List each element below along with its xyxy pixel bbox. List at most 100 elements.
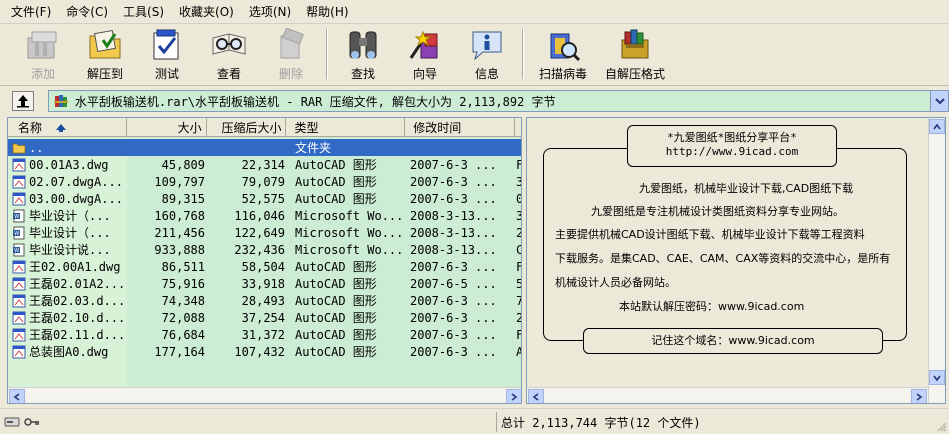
table-row[interactable]: W 毕业设计（... 160,768 116,046 Microsoft Wo... 20…: [8, 207, 521, 224]
scroll-left-button[interactable]: [528, 389, 544, 403]
word-document-icon: W: [13, 209, 25, 222]
up-folder-button[interactable]: [12, 91, 34, 111]
table-row[interactable]: 03.00.dwgA... 89,315 52,575 AutoCAD 图形 2007-…: [8, 190, 521, 207]
table-row[interactable]: 王磊02.01A2... 75,916 33,918 AutoCAD 图形 2007-6…: [8, 275, 521, 292]
cell-type: AutoCAD 图形: [295, 345, 377, 359]
file-list[interactable]: 名称 大小 压缩后大小 类型 修改时间 .. 文件夹 00.01A3.dwg 45,8…: [7, 117, 522, 404]
delete-icon: [271, 27, 311, 63]
wizard-button[interactable]: 向导: [394, 27, 456, 83]
cell-name: 王磊02.01A2...: [8, 275, 127, 292]
add-button[interactable]: 添加: [12, 27, 74, 83]
scroll-up-button[interactable]: [929, 119, 945, 134]
dwg-file-icon: [12, 277, 26, 290]
table-row-parent-folder[interactable]: .. 文件夹: [8, 139, 521, 156]
cell-size: 45,809: [161, 157, 205, 172]
vertical-scroll-track[interactable]: [930, 135, 945, 387]
cell-size: 72,088: [161, 310, 205, 325]
table-row[interactable]: 00.01A3.dwg 45,809 22,314 AutoCAD 图形 2007-6-…: [8, 156, 521, 173]
archive-comment-pane[interactable]: *九爱图纸*图纸分享平台* http://www.9icad.com 九爱图纸，…: [526, 117, 946, 404]
column-header-crc[interactable]: [515, 118, 521, 137]
cell-size: 76,684: [161, 327, 205, 342]
vertical-scrollbar[interactable]: [928, 118, 945, 403]
status-bar: 总计 2,113,744 字节(12 个文件): [0, 408, 949, 434]
cell-mtime: 2007-6-3 ...: [410, 157, 497, 172]
menu-options[interactable]: 选项(N): [242, 1, 299, 22]
cell-type: AutoCAD 图形: [295, 277, 377, 291]
sfx-button[interactable]: 自解压格式: [598, 27, 672, 83]
dwg-file-icon: [12, 345, 26, 358]
column-header-type[interactable]: 类型: [286, 118, 406, 137]
delete-button[interactable]: 删除: [260, 27, 322, 83]
drive-icon: [4, 417, 20, 427]
table-row[interactable]: 王磊02.03.d... 74,348 28,493 AutoCAD 图形 2007-6…: [8, 292, 521, 309]
column-header-name[interactable]: 名称: [8, 118, 127, 137]
cell-name: 王磊02.11.d...: [8, 326, 127, 343]
menu-bar: 文件(F) 命令(C) 工具(S) 收藏夹(O) 选项(N) 帮助(H): [0, 0, 949, 24]
view-button[interactable]: 查看: [198, 27, 260, 83]
cell-mtime: 2008-3-13...: [410, 225, 497, 240]
word-document-icon: W: [13, 226, 25, 239]
column-header-mtime[interactable]: 修改时间: [405, 118, 515, 137]
scroll-down-button[interactable]: [929, 370, 945, 385]
cell-name: 03.00.dwgA...: [8, 190, 127, 207]
cell-crc: 2: [516, 224, 521, 241]
cell-name: 王磊02.10.d...: [8, 309, 127, 326]
table-row[interactable]: 王磊02.11.d... 76,684 31,372 AutoCAD 图形 2007-6…: [8, 326, 521, 343]
cell-mtime: 2007-6-3 ...: [410, 191, 497, 206]
table-row[interactable]: 02.07.dwgA... 109,797 79,079 AutoCAD 图形 2007…: [8, 173, 521, 190]
menu-tools[interactable]: 工具(S): [116, 1, 172, 22]
table-row[interactable]: 王磊02.10.d... 72,088 37,254 AutoCAD 图形 2007-6…: [8, 309, 521, 326]
cell-name: ..: [8, 139, 127, 156]
table-row[interactable]: 王02.00A1.dwg 86,511 58,504 AutoCAD 图形 2007-6…: [8, 258, 521, 275]
path-combobox[interactable]: 水平刮板输送机.rar\水平刮板输送机 - RAR 压缩文件, 解包大小为 2,…: [47, 90, 949, 112]
cell-crc: A: [516, 343, 521, 360]
cell-mtime: 2007-6-3 ...: [410, 344, 497, 359]
menu-commands[interactable]: 命令(C): [59, 1, 116, 22]
cell-packed: 37,254: [241, 310, 285, 325]
info-button[interactable]: 信息: [456, 27, 518, 83]
column-header-size[interactable]: 大小: [127, 118, 207, 137]
cell-size: 89,315: [161, 191, 205, 206]
chevron-up-icon: [933, 123, 941, 129]
cell-name: 总装图A0.dwg: [8, 343, 127, 360]
cell-mtime: 2008-3-13...: [410, 242, 497, 257]
column-header-packed[interactable]: 压缩后大小: [207, 118, 287, 137]
cell-name: 00.01A3.dwg: [8, 156, 127, 173]
cell-name: 王02.00A1.dwg: [8, 258, 127, 275]
extract-to-button[interactable]: 解压到: [74, 27, 136, 83]
scan-virus-button[interactable]: 扫描病毒: [528, 27, 598, 83]
cell-mtime: 2007-6-3 ...: [410, 259, 497, 274]
cell-name: W 毕业设计（...: [8, 224, 127, 241]
chevron-left-icon: [13, 392, 20, 401]
comment-line: 本站默认解压密码：www.9icad.com: [619, 300, 805, 313]
scroll-right-button[interactable]: [506, 389, 521, 403]
comment-line: 九爱图纸，机械毕业设计下载,CAD图纸下载: [639, 182, 854, 195]
horizontal-scrollbar[interactable]: [8, 387, 521, 403]
cell-mtime: 2007-6-3 ...: [410, 327, 497, 342]
comment-footer-box: 记住这个域名：www.9icad.com: [583, 328, 883, 354]
info-icon: [467, 27, 507, 63]
resize-grip-icon[interactable]: [935, 420, 947, 432]
menu-file[interactable]: 文件(F): [4, 1, 59, 22]
comment-line: 主要提供机械CAD设计图纸下载、机械毕业设计下载等工程资料: [555, 228, 865, 241]
comment-horizontal-scrollbar[interactable]: [527, 387, 928, 403]
cell-crc: F: [516, 258, 521, 275]
cell-crc: 3: [516, 207, 521, 224]
path-dropdown-button[interactable]: [930, 91, 948, 111]
cell-mtime: [406, 139, 516, 156]
scroll-right-button[interactable]: [911, 389, 927, 403]
test-button[interactable]: 测试: [136, 27, 198, 83]
cell-type: AutoCAD 图形: [295, 192, 377, 206]
table-row[interactable]: 总装图A0.dwg 177,164 107,432 AutoCAD 图形 2007-6-…: [8, 343, 521, 360]
comment-line: 九爱图纸是专注机械设计类图纸资料分享专业网站。: [591, 205, 844, 218]
cell-packed: 116,046: [234, 208, 285, 223]
menu-favorites[interactable]: 收藏夹(O): [172, 1, 242, 22]
find-button[interactable]: 查找: [332, 27, 394, 83]
table-row[interactable]: W 毕业设计（... 211,456 122,649 Microsoft Wo... 20…: [8, 224, 521, 241]
cell-size: 75,916: [161, 276, 205, 291]
menu-help[interactable]: 帮助(H): [299, 1, 356, 22]
cell-crc: 0: [516, 190, 521, 207]
table-row[interactable]: W 毕业设计说... 933,888 232,436 Microsoft Wo... 20…: [8, 241, 521, 258]
chevron-right-icon: [511, 392, 518, 401]
scroll-left-button[interactable]: [9, 389, 25, 403]
